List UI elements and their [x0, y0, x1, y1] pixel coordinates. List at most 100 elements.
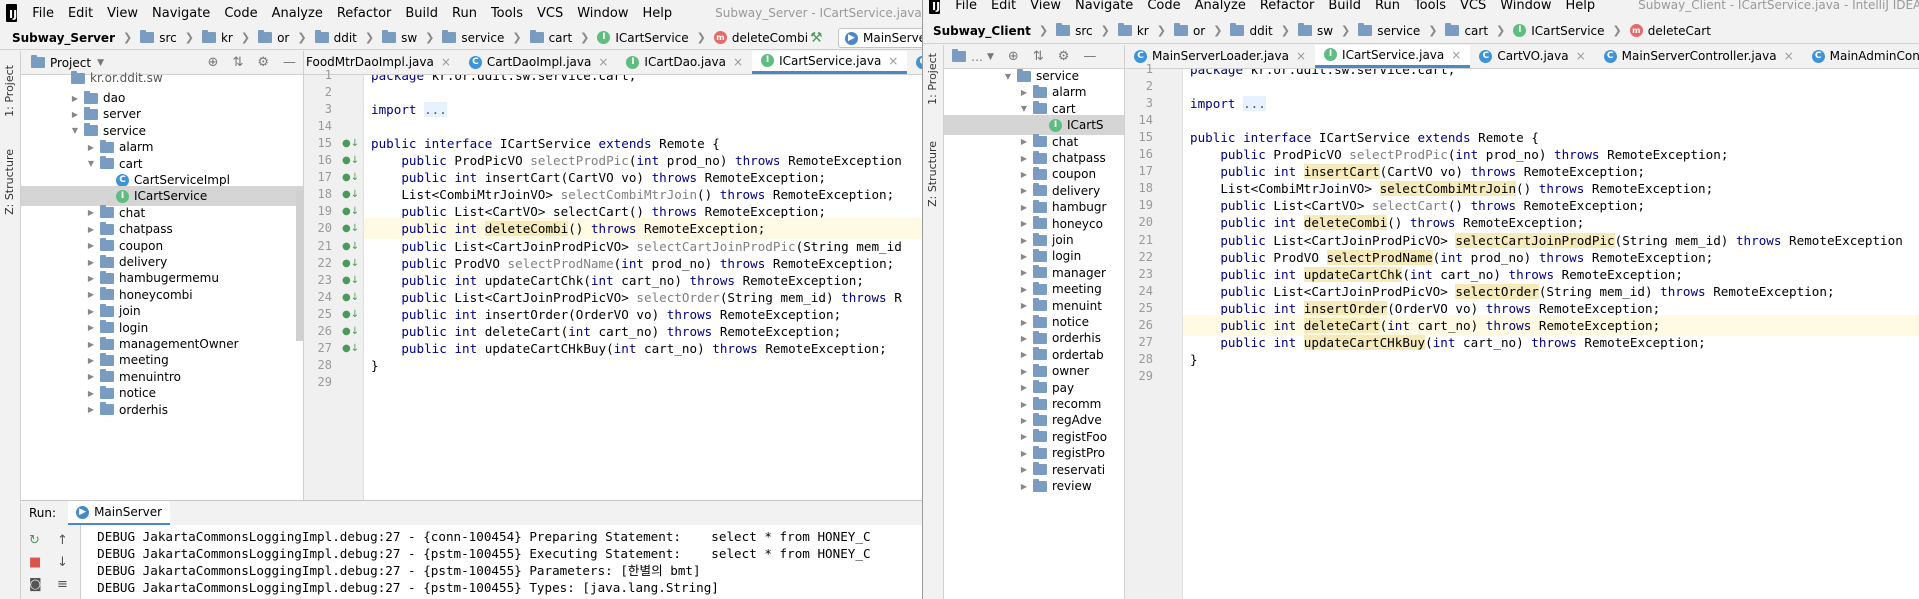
chevron-right-icon[interactable]: ▶	[1018, 236, 1030, 245]
chevron-right-icon[interactable]: ▶	[85, 274, 97, 283]
breadcrumb-item[interactable]: src	[1054, 23, 1095, 38]
arrow-up-icon[interactable]: ↑	[57, 533, 68, 548]
chevron-right-icon[interactable]: ▶	[1018, 170, 1030, 179]
breadcrumb-item[interactable]: or	[256, 30, 291, 45]
chevron-right-icon[interactable]: ▶	[85, 225, 97, 234]
chevron-right-icon[interactable]: ▶	[1018, 432, 1030, 441]
close-icon[interactable]: ×	[1296, 49, 1306, 63]
menu-navigate[interactable]: Navigate	[145, 6, 217, 21]
breadcrumb-item[interactable]: service	[1356, 23, 1422, 38]
menu-build[interactable]: Build	[1321, 0, 1368, 13]
breadcrumb-item[interactable]: src	[138, 30, 179, 45]
breadcrumb-item[interactable]: cart	[528, 30, 575, 45]
menu-code[interactable]: Code	[217, 6, 264, 21]
ellipsis-icon[interactable]: …	[971, 50, 983, 64]
editor-tab-icartservice-java[interactable]: I ICartService.java ×	[1315, 45, 1471, 68]
menu-tools[interactable]: Tools	[484, 6, 530, 21]
chevron-right-icon[interactable]: ▶	[1018, 449, 1030, 458]
menu-run[interactable]: Run	[1368, 0, 1407, 13]
tool-tab-project[interactable]: 1: Project	[3, 65, 16, 117]
breadcrumb-item[interactable]: ddit	[313, 30, 359, 45]
menu-refactor[interactable]: Refactor	[330, 6, 399, 21]
chevron-right-icon[interactable]: ▶	[1018, 301, 1030, 310]
breadcrumb-item[interactable]: sw	[380, 30, 419, 45]
menu-navigate[interactable]: Navigate	[1068, 0, 1140, 13]
chevron-right-icon[interactable]: ▶	[1018, 416, 1030, 425]
run-config-selector[interactable]: ▶ MainServer	[838, 28, 922, 48]
editor-tab-cartservi[interactable]: CCartServi×	[907, 51, 922, 74]
editor-tab-mainadmincontroller-java[interactable]: CMainAdminController.java×	[1803, 45, 1919, 68]
tool-tab-project[interactable]: 1: Project	[926, 53, 939, 105]
code-line[interactable]	[364, 372, 922, 393]
console-output[interactable]: DEBUG JakartaCommonsLoggingImpl.debug:27…	[82, 525, 922, 599]
line-number[interactable]: 29	[1125, 366, 1153, 387]
menu-view[interactable]: View	[1023, 0, 1068, 13]
chevron-down-icon[interactable]: ▼	[97, 58, 104, 68]
tree-row-orderhis[interactable]: ▶ orderhis	[21, 400, 303, 420]
breadcrumb-project[interactable]: Subway_Client	[923, 24, 1033, 38]
chevron-right-icon[interactable]: ▶	[1018, 219, 1030, 228]
editor-tab-mainservercontroller-java[interactable]: C MainServerController.java ×	[1595, 45, 1803, 68]
chevron-right-icon[interactable]: ▶	[1018, 367, 1030, 376]
tool-tab-structure[interactable]: Z: Structure	[3, 149, 16, 215]
tool-tab-structure[interactable]: Z: Structure	[926, 141, 939, 207]
chevron-right-icon[interactable]: ▶	[85, 258, 97, 267]
tree-row-review[interactable]: ▶ review	[944, 476, 1124, 496]
close-icon[interactable]: ×	[1784, 49, 1794, 63]
close-icon[interactable]: ×	[1576, 49, 1586, 63]
menu-file[interactable]: File	[948, 0, 984, 13]
tree-scrollbar[interactable]	[296, 191, 303, 341]
breadcrumb-item[interactable]: kr	[1116, 23, 1151, 38]
menu-analyze[interactable]: Analyze	[1188, 0, 1253, 13]
menu-run[interactable]: Run	[445, 6, 484, 21]
breadcrumb-item[interactable]: or	[1172, 23, 1207, 38]
chevron-down-icon[interactable]: ▼	[1018, 104, 1030, 113]
breadcrumb-item[interactable]: m deleteCart	[1628, 24, 1713, 38]
menu-vcs[interactable]: VCS	[1453, 0, 1493, 13]
close-icon[interactable]: ×	[598, 55, 608, 69]
chevron-right-icon[interactable]: ▶	[85, 290, 97, 299]
menu-window[interactable]: Window	[570, 6, 635, 21]
chevron-right-icon[interactable]: ▶	[85, 372, 97, 381]
implemented-marker-icon[interactable]: ●↓	[342, 338, 359, 359]
chevron-right-icon[interactable]: ▶	[85, 340, 97, 349]
chevron-right-icon[interactable]: ▶	[1018, 383, 1030, 392]
chevron-right-icon[interactable]: ▶	[1018, 252, 1030, 261]
run-tab-mainserver[interactable]: ▶ MainServer	[68, 501, 171, 525]
chevron-right-icon[interactable]: ▶	[1018, 285, 1030, 294]
menu-tools[interactable]: Tools	[1407, 0, 1453, 13]
menu-code[interactable]: Code	[1140, 0, 1187, 13]
breadcrumb-item[interactable]: ddit	[1228, 23, 1274, 38]
editor-tab-cartdaoimpl-java[interactable]: C CartDaoImpl.java ×	[460, 51, 618, 74]
gear-icon[interactable]: ⚙	[1058, 49, 1070, 64]
menu-help[interactable]: Help	[635, 6, 679, 21]
breadcrumb-item[interactable]: kr	[200, 30, 235, 45]
menu-refactor[interactable]: Refactor	[1253, 0, 1322, 13]
stop-icon[interactable]: ■	[29, 555, 41, 570]
breadcrumb-item[interactable]: cart	[1443, 23, 1490, 38]
menu-file[interactable]: File	[25, 6, 61, 21]
chevron-right-icon[interactable]: ▶	[1018, 400, 1030, 409]
camera-icon[interactable]: ◙	[29, 577, 42, 592]
chevron-right-icon[interactable]: ▶	[69, 94, 81, 103]
menu-analyze[interactable]: Analyze	[265, 6, 330, 21]
chevron-right-icon[interactable]: ▶	[85, 389, 97, 398]
chevron-right-icon[interactable]: ▶	[1018, 318, 1030, 327]
menu-help[interactable]: Help	[1558, 0, 1602, 13]
locate-icon[interactable]: ⊕	[1008, 49, 1019, 64]
chevron-right-icon[interactable]: ▶	[1018, 186, 1030, 195]
chevron-right-icon[interactable]: ▶	[1018, 465, 1030, 474]
breadcrumb-project[interactable]: Subway_Server	[0, 31, 117, 45]
menu-build[interactable]: Build	[398, 6, 445, 21]
chevron-right-icon[interactable]: ▶	[1018, 137, 1030, 146]
chevron-right-icon[interactable]: ▶	[1018, 268, 1030, 277]
close-icon[interactable]: ×	[441, 55, 451, 69]
close-icon[interactable]: ×	[1451, 48, 1461, 62]
editor-tab-cartvo-java[interactable]: C CartVO.java ×	[1470, 45, 1594, 68]
minimize-icon[interactable]: —	[1083, 49, 1096, 64]
breadcrumb-item[interactable]: I ICartService	[1511, 24, 1606, 38]
hammer-icon[interactable]: ⚒	[810, 30, 823, 46]
tree-row-partial[interactable]: kr.or.ddit.sw	[21, 68, 303, 88]
chevron-down-icon[interactable]: ▼	[85, 159, 97, 168]
chevron-right-icon[interactable]: ▶	[85, 323, 97, 332]
